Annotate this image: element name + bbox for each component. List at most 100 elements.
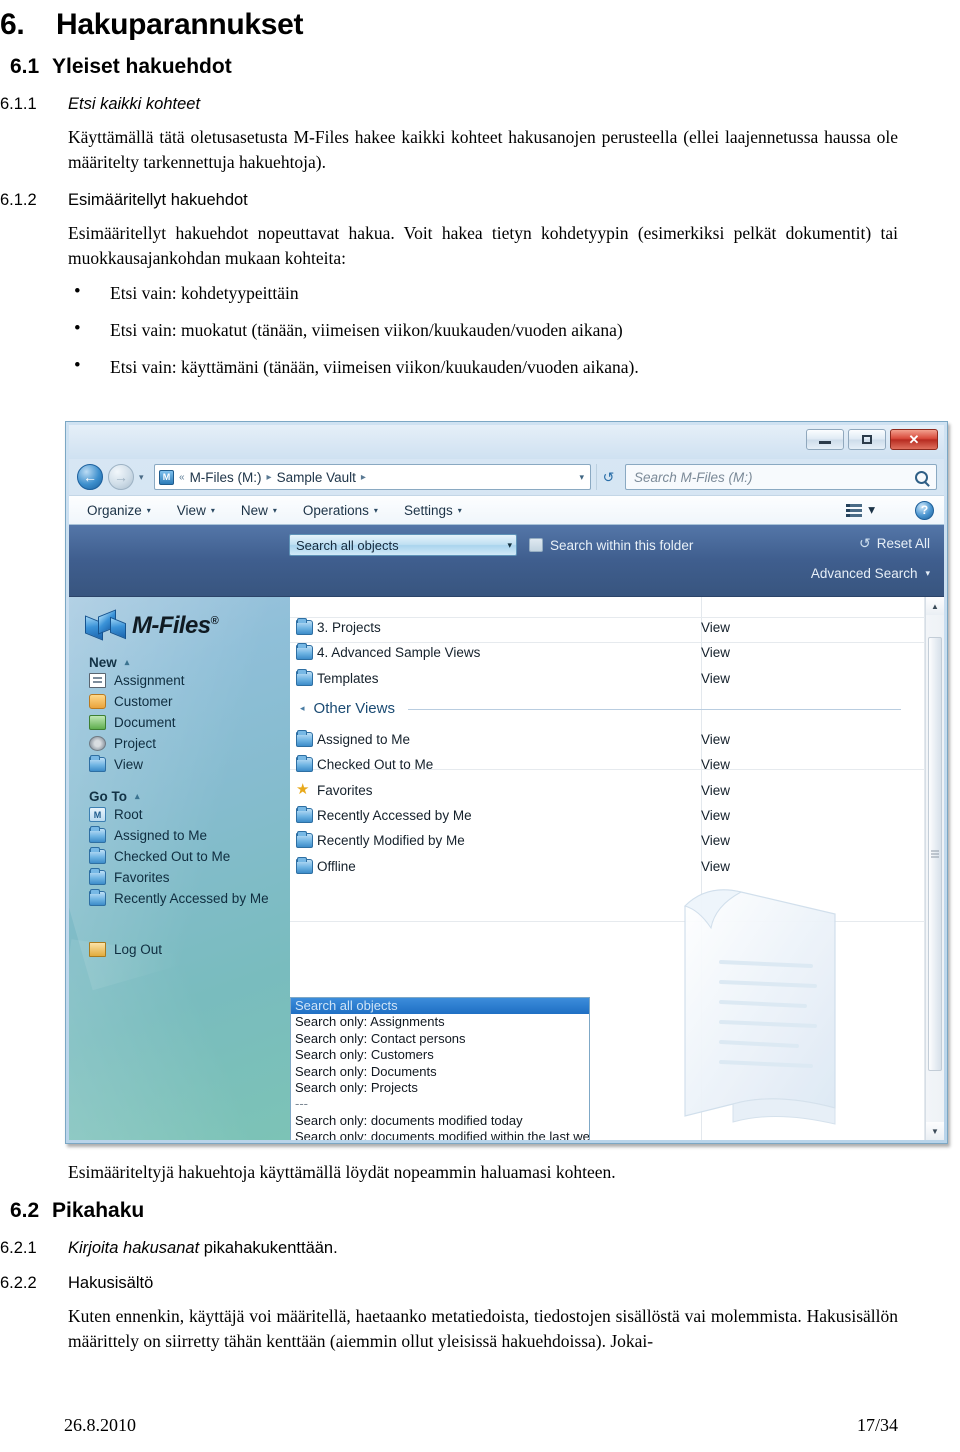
folder-icon: [296, 831, 313, 849]
task-group-new-label: New: [89, 655, 117, 670]
dropdown-separator: ---: [295, 1096, 308, 1112]
breadcrumb-item-vault-drive[interactable]: M-Files (M:): [190, 470, 262, 485]
menu-item-operations[interactable]: Operations ▾: [303, 503, 378, 518]
dropdown-item[interactable]: Search only: documents modified within t…: [291, 1129, 589, 1140]
help-button[interactable]: ?: [915, 500, 934, 520]
menu-item-organize[interactable]: Organize ▾: [87, 503, 151, 518]
table-row[interactable]: Templates View: [290, 666, 925, 691]
task-item-assignment-label: Assignment: [114, 673, 185, 688]
chevron-down-icon[interactable]: ▾: [579, 472, 586, 483]
menu-item-settings[interactable]: Settings ▾: [404, 503, 462, 518]
list-item: Etsi vain: muokatut (tänään, viimeisen v…: [68, 317, 960, 342]
chevron-down-icon: ▾: [146, 505, 151, 515]
maximize-button[interactable]: [848, 429, 886, 450]
breadcrumb[interactable]: M « M-Files (M:) ▸ Sample Vault ▸ ▾: [154, 464, 591, 490]
heading-6-1: 6.1 Yleiset hakuehdot: [0, 55, 960, 79]
close-button[interactable]: ✕: [890, 429, 938, 450]
row-type: View: [701, 670, 731, 686]
heading-6-2: 6.2 Pikahaku: [0, 1199, 960, 1223]
search-scope-value: Search all objects: [296, 537, 399, 553]
dropdown-item[interactable]: Search only: Customers: [291, 1047, 589, 1063]
task-item-project[interactable]: Project: [69, 733, 290, 754]
dropdown-item[interactable]: Search only: Assignments: [291, 1014, 589, 1030]
back-button[interactable]: ←: [77, 464, 103, 490]
task-item-assigned-to-me-label: Assigned to Me: [114, 828, 208, 843]
task-item-customer[interactable]: Customer: [69, 691, 290, 712]
search-conditions-band: Search all objects ▾ Search within this …: [69, 525, 944, 597]
task-item-assigned-to-me[interactable]: Assigned to Me: [69, 825, 290, 846]
forward-button[interactable]: →: [108, 464, 134, 490]
task-item-view[interactable]: View: [69, 754, 290, 775]
chevron-up-icon: ▴: [124, 657, 130, 667]
paragraph-6-2-2: Kuten ennenkin, käyttäjä voi määritellä,…: [68, 1305, 898, 1351]
table-row[interactable]: Assigned to Me View: [290, 727, 925, 752]
dropdown-item[interactable]: Search only: documents modified today: [291, 1113, 589, 1129]
breadcrumb-item-sample-vault[interactable]: Sample Vault: [277, 470, 356, 485]
task-item-log-out[interactable]: Log Out: [69, 939, 290, 960]
scroll-down-button[interactable]: ▼: [926, 1122, 944, 1140]
heading-6-2-2-number: 6.2.2: [0, 1273, 37, 1292]
search-scope-dropdown-list[interactable]: Search all objects Search only: Assignme…: [290, 997, 590, 1140]
table-row[interactable]: Offline View: [290, 853, 925, 878]
folder-icon: [296, 730, 313, 748]
task-item-root[interactable]: M Root: [69, 804, 290, 825]
heading-6: 6. Hakuparannukset: [0, 8, 960, 41]
breadcrumb-overflow-icon[interactable]: «: [179, 472, 185, 483]
folder-icon: [89, 847, 106, 864]
task-item-document[interactable]: Document: [69, 712, 290, 733]
row-type: View: [701, 807, 731, 823]
document-watermark-icon: [684, 889, 836, 1125]
chevron-down-icon: ▾: [868, 502, 875, 517]
dropdown-item[interactable]: Search only: Documents: [291, 1064, 589, 1080]
search-input[interactable]: Search M-Files (M:): [625, 464, 937, 490]
document-icon: [89, 715, 106, 730]
heading-6-1-2-number: 6.1.2: [0, 190, 37, 209]
task-item-favorites[interactable]: Favorites: [69, 867, 290, 888]
chevron-up-icon: ▴: [135, 791, 140, 801]
chevron-down-icon: ▾: [373, 505, 378, 515]
list-item: Etsi vain: kohdetyypeittäin: [68, 280, 960, 305]
folder-icon: [89, 826, 106, 843]
heading-6-2-text: Pikahaku: [52, 1198, 145, 1222]
table-row[interactable]: 3. Projects View: [290, 615, 925, 640]
vertical-scrollbar[interactable]: ▲ ▼: [925, 597, 944, 1140]
scroll-up-button[interactable]: ▲: [926, 597, 944, 615]
menu-item-organize-label: Organize: [87, 502, 142, 518]
table-row[interactable]: ★ Favorites View: [290, 777, 925, 802]
dropdown-item[interactable]: Search only: Projects: [291, 1080, 589, 1096]
scrollbar-thumb[interactable]: [928, 637, 942, 1071]
task-group-goto[interactable]: Go To ▴: [69, 789, 290, 804]
row-type: View: [701, 782, 731, 798]
view-mode-button[interactable]: ▾: [846, 502, 875, 518]
advanced-search-button[interactable]: Advanced Search ▾: [811, 566, 930, 581]
heading-6-2-2-text: Hakusisältö: [68, 1273, 154, 1292]
task-item-recently-accessed-by-me[interactable]: Recently Accessed by Me: [69, 888, 290, 909]
search-within-folder-checkbox[interactable]: Search within this folder: [529, 538, 693, 553]
recent-pages-dropdown-icon[interactable]: ▾: [139, 472, 149, 483]
window-titlebar: ✕: [69, 425, 944, 459]
search-placeholder: Search M-Files (M:): [634, 469, 753, 485]
table-row[interactable]: 4. Advanced Sample Views View: [290, 640, 925, 665]
task-item-assignment[interactable]: Assignment: [69, 670, 290, 691]
table-row[interactable]: Recently Accessed by Me View: [290, 803, 925, 828]
menu-item-new[interactable]: New ▾: [241, 503, 277, 518]
project-icon: [89, 736, 106, 751]
task-item-customer-label: Customer: [114, 694, 173, 709]
reset-all-button[interactable]: ↺ Reset All: [859, 535, 930, 552]
refresh-button[interactable]: ↺: [596, 464, 620, 490]
table-row[interactable]: Recently Modified by Me View: [290, 828, 925, 853]
task-item-checked-out-to-me[interactable]: Checked Out to Me: [69, 846, 290, 867]
menu-bar: Organize ▾ View ▾ New ▾ Operations ▾ Set…: [69, 495, 944, 525]
dropdown-item[interactable]: Search only: Contact persons: [291, 1031, 589, 1047]
task-item-favorites-label: Favorites: [114, 870, 170, 885]
dropdown-item[interactable]: Search all objects: [291, 998, 589, 1015]
task-group-new[interactable]: New ▴: [69, 655, 290, 670]
minimize-button[interactable]: [806, 429, 844, 450]
search-icon: [915, 470, 928, 484]
section-header-other-views[interactable]: ◂ Other Views: [290, 691, 925, 727]
search-scope-combobox[interactable]: Search all objects ▾: [289, 534, 517, 556]
menu-item-view[interactable]: View ▾: [177, 503, 215, 518]
table-row[interactable]: Checked Out to Me View: [290, 752, 925, 777]
menu-item-view-label: View: [176, 502, 206, 518]
chevron-right-icon: ▸: [266, 471, 272, 483]
